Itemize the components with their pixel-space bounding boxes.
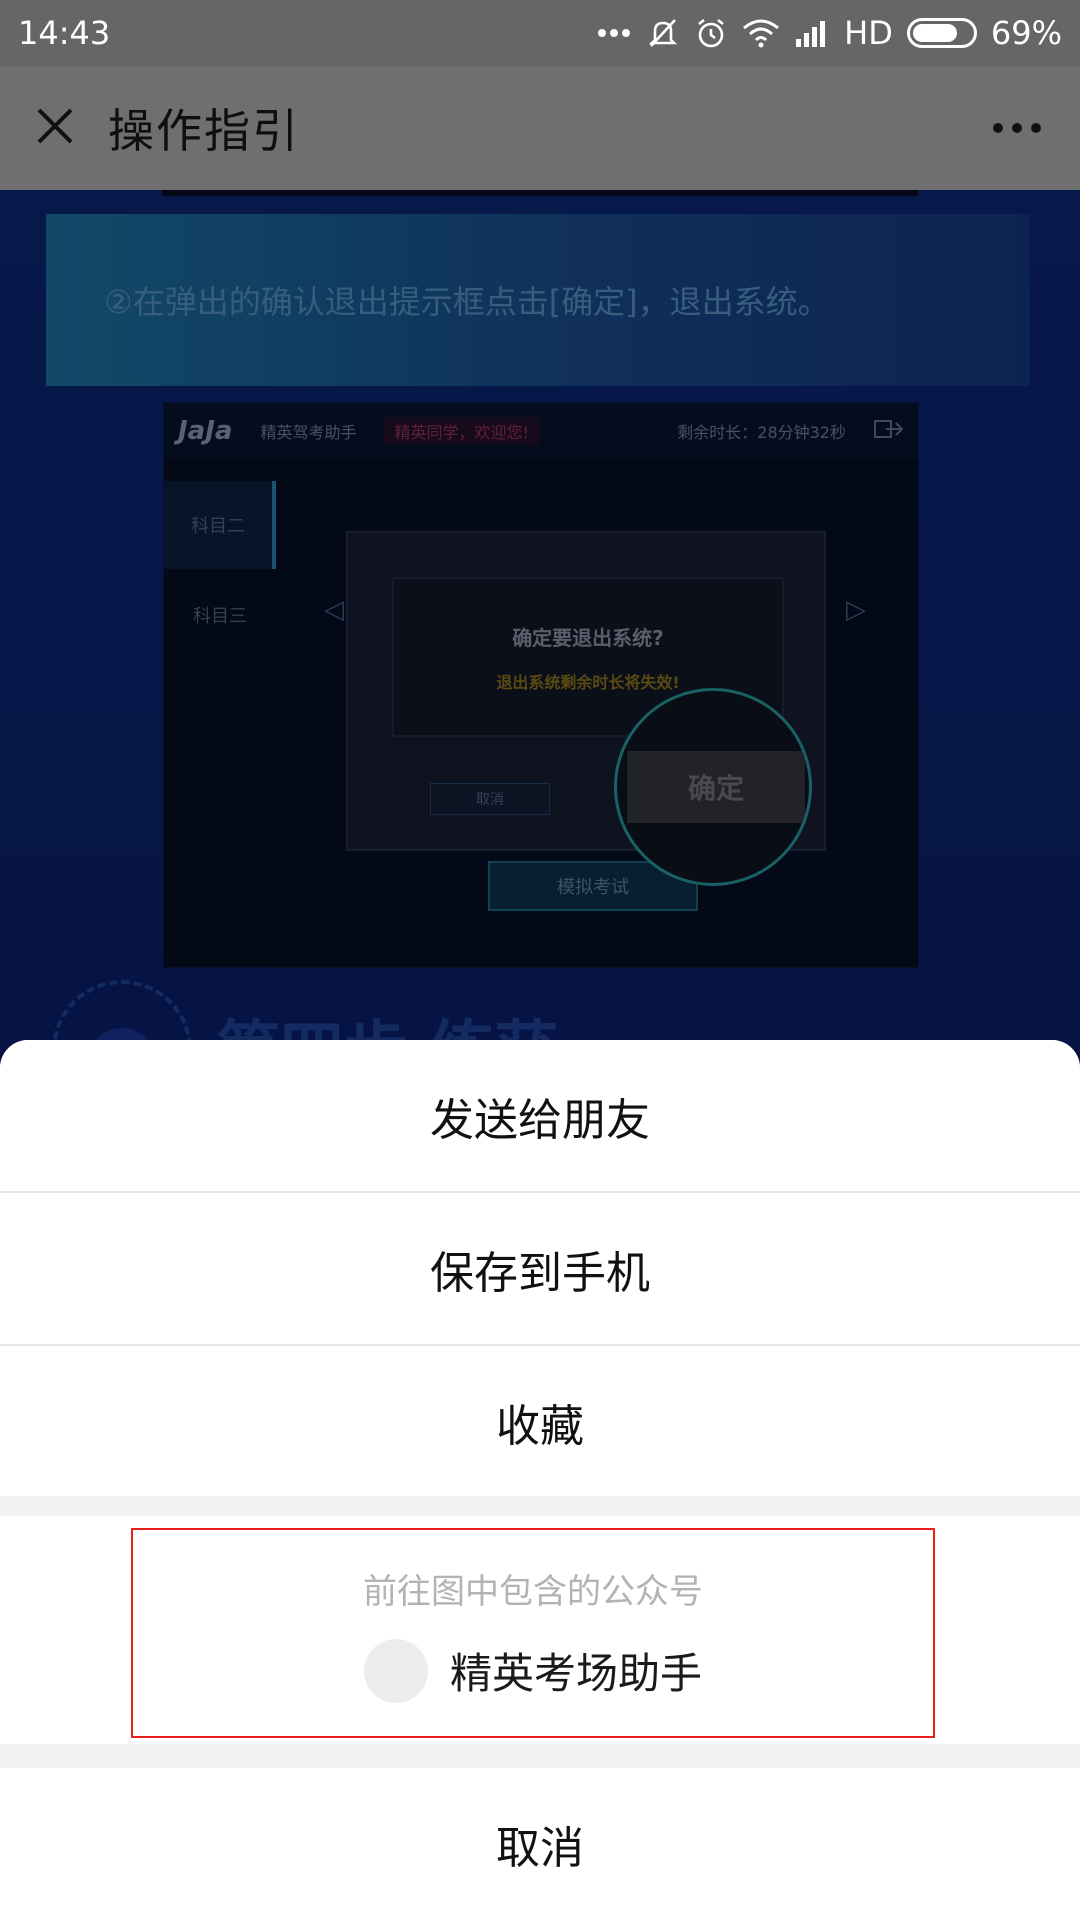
status-bar: 14:43 HD 69% — [0, 0, 1080, 66]
status-icons: HD 69% — [596, 14, 1062, 52]
cancel-label: 取消 — [496, 1823, 584, 1874]
battery-icon — [906, 18, 977, 48]
send-to-friend-button[interactable]: 发送给朋友 — [0, 1040, 1080, 1192]
battery-percent: 69% — [990, 14, 1062, 52]
favorite-button[interactable]: 收藏 — [0, 1346, 1080, 1498]
more-button[interactable] — [982, 101, 1052, 155]
action-sheet: 发送给朋友 保存到手机 收藏 前往图中包含的公众号 精英考场助手 取消 — [0, 1040, 1080, 1920]
close-icon — [35, 106, 75, 150]
alarm-icon — [694, 16, 728, 50]
section-gap — [0, 1496, 1080, 1516]
save-to-phone-label: 保存到手机 — [430, 1248, 650, 1299]
more-dots-icon — [596, 27, 632, 39]
more-icon — [992, 119, 1042, 138]
cancel-button[interactable]: 取消 — [0, 1768, 1080, 1920]
signal-icon — [794, 19, 830, 47]
account-hint: 前往图中包含的公众号 — [363, 1571, 703, 1612]
favorite-label: 收藏 — [496, 1401, 584, 1452]
close-button[interactable] — [28, 101, 82, 155]
account-row: 精英考场助手 — [363, 1638, 702, 1703]
section-gap — [0, 1744, 1080, 1768]
network-type: HD — [844, 14, 893, 52]
account-name: 精英考场助手 — [449, 1649, 702, 1698]
avatar — [363, 1638, 428, 1703]
mute-icon — [646, 16, 680, 50]
title-bar: 操作指引 — [0, 66, 1080, 190]
wifi-icon — [742, 18, 780, 48]
page-title: 操作指引 — [108, 104, 300, 158]
send-to-friend-label: 发送给朋友 — [430, 1095, 650, 1146]
status-time: 14:43 — [18, 14, 111, 52]
official-account-entry[interactable]: 前往图中包含的公众号 精英考场助手 — [131, 1528, 935, 1738]
save-to-phone-button[interactable]: 保存到手机 — [0, 1193, 1080, 1345]
